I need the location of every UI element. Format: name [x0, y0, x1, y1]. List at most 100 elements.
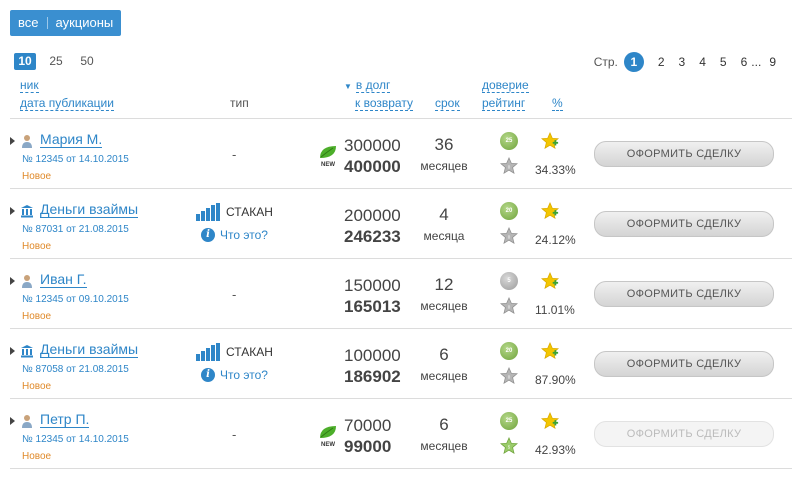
page-link[interactable]: 4 — [699, 55, 706, 69]
pager-label: Стр. — [593, 55, 618, 69]
type-none: - — [232, 427, 237, 442]
expand-caret-icon[interactable] — [10, 417, 15, 425]
bar-chart-icon — [196, 343, 220, 361]
person-icon — [22, 275, 32, 288]
status-label: Новое — [22, 381, 52, 392]
type-none: - — [232, 147, 237, 162]
filter-auctions[interactable]: аукционы — [48, 10, 122, 36]
page-last[interactable]: 9 — [769, 55, 776, 69]
loan-amount: 200000 — [344, 206, 401, 225]
expand-caret-icon[interactable] — [10, 207, 15, 215]
type-help-link[interactable]: i Что это? — [201, 228, 268, 242]
header-trust[interactable]: доверие — [482, 78, 529, 93]
add-favorite-star-icon[interactable] — [541, 342, 559, 360]
expand-caret-icon[interactable] — [10, 347, 15, 355]
publication-info: № 87031 от 21.08.2015 — [22, 224, 129, 235]
status-label: Новое — [22, 241, 52, 252]
type-help-link[interactable]: i Что это? — [201, 368, 268, 382]
per-page-25[interactable]: 25 — [45, 53, 67, 70]
borrower-nick[interactable]: Петр П. — [40, 412, 90, 428]
status-label: Новое — [22, 171, 52, 182]
expand-caret-icon[interactable] — [10, 277, 15, 285]
rating-star-icon: 5 — [500, 437, 518, 454]
per-page-10[interactable]: 10 — [14, 53, 36, 70]
return-amount: 99000 — [344, 437, 392, 456]
loan-amount: 70000 — [344, 416, 392, 435]
add-favorite-star-icon[interactable] — [541, 412, 559, 430]
term-number: 36 — [434, 135, 454, 154]
header-loan[interactable]: ▼ в долг — [344, 78, 391, 93]
row-divider — [10, 398, 792, 399]
deal-row: Мария М. № 12345 от 14.10.2015 Новое - NE… — [10, 120, 792, 188]
term-unit: месяцев — [420, 369, 468, 383]
type-label: СТАКАН — [226, 345, 273, 359]
sort-arrow-icon: ▼ — [344, 82, 352, 91]
trust-badge: 5 — [500, 272, 518, 290]
term-number: 6 — [439, 345, 449, 364]
add-favorite-star-icon[interactable] — [541, 132, 559, 150]
make-deal-button[interactable]: ОФОРМИТЬ СДЕЛКУ — [594, 141, 774, 167]
interest-percent: 42.93% — [535, 443, 576, 457]
make-deal-button: ОФОРМИТЬ СДЕЛКУ — [594, 421, 774, 447]
borrower-nick[interactable]: Деньги взаймы — [40, 202, 139, 218]
person-icon — [22, 415, 32, 428]
loan-amount: 150000 — [344, 276, 401, 295]
page-link[interactable]: 5 — [720, 55, 727, 69]
pager-ellipsis: ... — [751, 55, 762, 69]
header-term[interactable]: срок — [435, 96, 460, 111]
borrower-nick[interactable]: Иван Г. — [40, 272, 87, 288]
info-icon: i — [201, 228, 215, 242]
interest-percent: 87.90% — [535, 373, 576, 387]
leaf-icon — [320, 426, 336, 438]
make-deal-button[interactable]: ОФОРМИТЬ СДЕЛКУ — [594, 351, 774, 377]
rating-star-icon: 0 — [500, 227, 518, 244]
header-percent[interactable]: % — [552, 96, 563, 111]
loan-amount: 100000 — [344, 346, 401, 365]
term-number: 6 — [439, 415, 449, 434]
new-label: NEW — [321, 442, 335, 448]
header-divider — [10, 118, 792, 119]
type-stakan: СТАКАН — [196, 203, 273, 221]
page-link[interactable]: 6 — [741, 55, 748, 69]
row-divider — [10, 188, 792, 189]
header-rating[interactable]: рейтинг — [482, 96, 526, 111]
deal-row: Петр П. № 12345 от 14.10.2015 Новое - NEW… — [10, 400, 792, 468]
loan-amount: 300000 — [344, 136, 401, 155]
new-leaf-badge: NEW — [318, 424, 338, 448]
header-published[interactable]: дата публикации — [20, 96, 114, 111]
publication-info: № 12345 от 09.10.2015 — [22, 294, 129, 305]
type-help-label: Что это? — [220, 228, 268, 242]
info-icon: i — [201, 368, 215, 382]
return-amount: 186902 — [344, 367, 401, 386]
header-nick[interactable]: ник — [20, 78, 39, 93]
filter-all[interactable]: все — [10, 10, 47, 36]
term-unit: месяцев — [420, 299, 468, 313]
per-page-50[interactable]: 50 — [76, 53, 98, 70]
expand-caret-icon[interactable] — [10, 137, 15, 145]
make-deal-button[interactable]: ОФОРМИТЬ СДЕЛКУ — [594, 211, 774, 237]
header-return[interactable]: к возврату — [355, 96, 413, 111]
make-deal-button[interactable]: ОФОРМИТЬ СДЕЛКУ — [594, 281, 774, 307]
add-favorite-star-icon[interactable] — [541, 202, 559, 220]
deal-row: Деньги взаймы № 87058 от 21.08.2015 Ново… — [10, 330, 792, 398]
add-favorite-star-icon[interactable] — [541, 272, 559, 290]
type-none: - — [232, 287, 237, 302]
page-link[interactable]: 3 — [679, 55, 686, 69]
borrower-nick[interactable]: Деньги взаймы — [40, 342, 139, 358]
bank-icon — [21, 345, 33, 358]
deal-row: Иван Г. № 12345 от 09.10.2015 Новое - 15… — [10, 260, 792, 328]
publication-info: № 12345 от 14.10.2015 — [22, 154, 129, 165]
bar-chart-icon — [196, 203, 220, 221]
type-stakan: СТАКАН — [196, 343, 273, 361]
row-divider — [10, 468, 792, 469]
term-unit: месяцев — [420, 159, 468, 173]
borrower-nick[interactable]: Мария М. — [40, 132, 103, 148]
term-unit: месяца — [423, 229, 465, 243]
person-icon — [22, 135, 32, 148]
page-link[interactable]: 2 — [658, 55, 665, 69]
header-type: тип — [230, 96, 249, 110]
page-current[interactable]: 1 — [623, 52, 644, 72]
pagination: Стр. 1 2 3 4 5 6 ... 9 — [594, 52, 776, 72]
trust-badge: 20 — [500, 202, 518, 220]
interest-percent: 24.12% — [535, 233, 576, 247]
